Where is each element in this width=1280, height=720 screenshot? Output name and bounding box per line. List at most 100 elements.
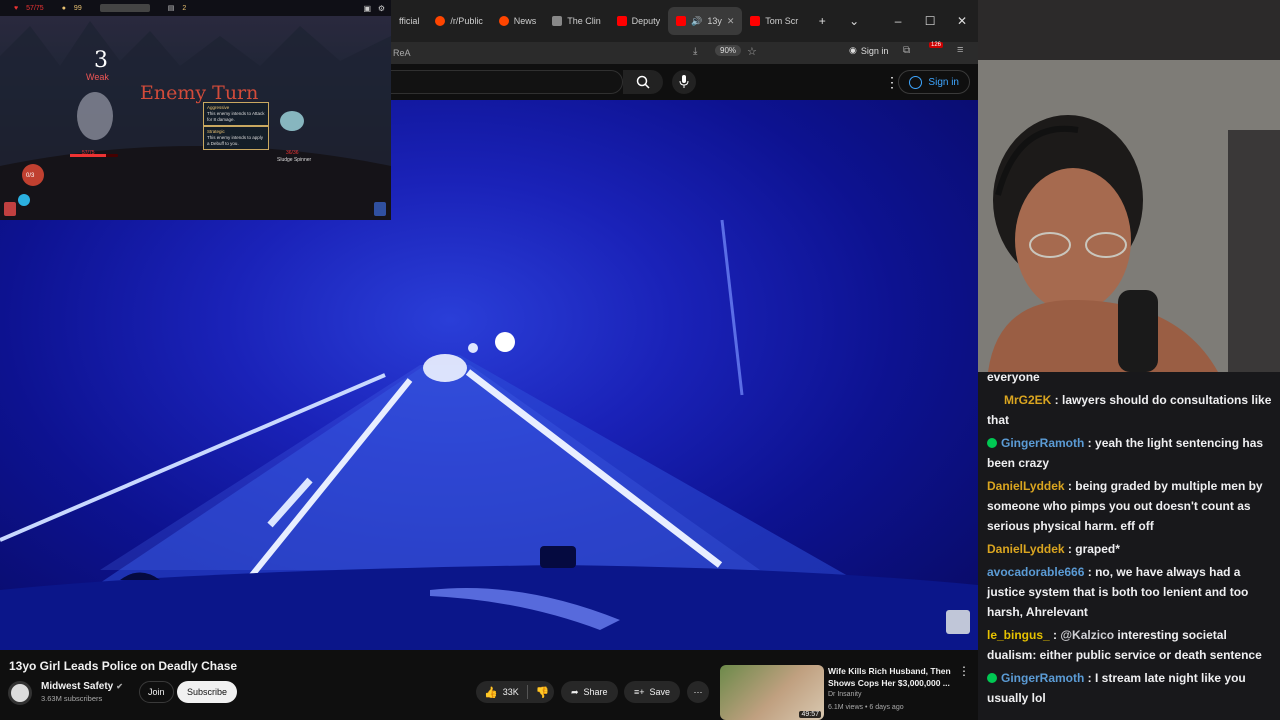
chat-badge-icon	[987, 673, 997, 683]
game-overlay: ♥ 57/75 ● 99 ▤ 2 ⚙ ▣ 3 Weak Enemy Turn A…	[0, 0, 391, 220]
chat-username[interactable]: GingerRamoth	[1001, 671, 1084, 685]
discard-pile-icon[interactable]	[374, 202, 386, 216]
game-scene	[0, 21, 391, 220]
chat-message: GingerRamoth : yeah the light sentencing…	[987, 436, 1264, 470]
save-button[interactable]: ≡+ Save	[624, 681, 681, 703]
browser-tab[interactable]: fficial	[391, 6, 427, 36]
tab-list-icon[interactable]: ⌄	[838, 14, 870, 28]
hud-floor: 2	[182, 4, 187, 12]
potion-slots[interactable]	[99, 4, 150, 12]
chat-username[interactable]: DanielLyddek	[987, 479, 1065, 493]
enemy-name: Sludge Spinner	[277, 157, 312, 163]
subscribe-button[interactable]: Subscribe	[177, 681, 238, 703]
youtube-signin-button[interactable]: Sign in	[898, 70, 970, 94]
hud-hp: 57/75	[26, 4, 44, 12]
channel-name[interactable]: Midwest Safety ✔	[41, 681, 123, 692]
player-hp-bar	[70, 154, 118, 157]
menu-icon[interactable]: ≡	[957, 44, 963, 56]
more-options-icon[interactable]: ⋮	[885, 74, 899, 91]
search-button[interactable]	[623, 70, 663, 94]
more-horizontal-icon: ⋯	[693, 686, 703, 697]
browser-tab[interactable]: The Clin	[544, 6, 608, 36]
new-tab-icon[interactable]: +	[806, 14, 838, 28]
youtube-icon	[616, 16, 627, 26]
chat-username[interactable]: avocadorable666	[987, 565, 1084, 579]
bookmark-star-icon[interactable]: ☆	[747, 45, 757, 58]
channel-avatar[interactable]	[8, 681, 32, 705]
chat-badge-icon	[987, 438, 997, 448]
recommended-title[interactable]: Wife Kills Rich Husband, Then Shows Cops…	[828, 665, 956, 689]
account-icon	[909, 75, 923, 89]
search-input[interactable]	[391, 70, 623, 94]
intent-tooltip-debuff: Strategic This enemy intends to apply a …	[203, 126, 269, 150]
browser-tab[interactable]: Deputy	[609, 6, 668, 36]
profile-icon: ◉	[849, 45, 857, 55]
notification-badge[interactable]: 126	[929, 42, 944, 48]
browser-tab[interactable]: /r/Public	[427, 6, 490, 36]
chat-message: DanielLyddek : being graded by multiple …	[987, 479, 1263, 533]
chat-message: everyone	[987, 372, 1276, 387]
turn-banner: Enemy Turn	[140, 82, 259, 104]
chat-panel: everyone MrG2EK : lawyers should do cons…	[978, 372, 1280, 720]
extensions-icon[interactable]: ⧉	[903, 45, 910, 56]
zoom-badge[interactable]: 90%	[715, 45, 742, 56]
voice-search-button[interactable]	[672, 70, 696, 94]
recommended-channel[interactable]: Dr Insanity	[828, 691, 861, 698]
browser-tab[interactable]: Tom Scr	[742, 6, 806, 36]
close-tab-icon[interactable]: ✕	[727, 16, 735, 27]
recommended-more-icon[interactable]: ⋮	[958, 664, 970, 678]
gold-icon: ●	[61, 4, 66, 12]
tab-label: 13y	[707, 16, 722, 26]
youtube-top-bar: ⋮ Sign in	[391, 64, 978, 100]
chat-username[interactable]: le_bingus_	[987, 628, 1050, 642]
search-icon	[636, 75, 650, 89]
browser-tab-active[interactable]: 🔊 13y ✕	[668, 7, 743, 35]
map-icon[interactable]: ▤	[168, 4, 175, 12]
tab-label: News	[513, 16, 537, 26]
profile-signin[interactable]: ◉ Sign in	[849, 45, 888, 56]
speaker-icon[interactable]: 🔊	[691, 16, 702, 27]
channel-watermark-icon[interactable]	[946, 610, 970, 634]
subscriber-count: 3.63M subscribers	[41, 694, 103, 703]
like-dislike-group: 👍 33K 👎	[476, 681, 554, 703]
more-actions-button[interactable]: ⋯	[687, 681, 709, 703]
draw-pile-icon[interactable]	[4, 202, 16, 216]
browser-tab[interactable]: News	[491, 6, 544, 36]
share-button[interactable]: ➦ Share	[561, 681, 618, 703]
chat-username[interactable]: GingerRamoth	[1001, 436, 1084, 450]
save-icon: ≡+	[634, 687, 645, 697]
chat-text: graped*	[1075, 542, 1120, 556]
like-count[interactable]: 33K	[503, 687, 519, 697]
browser-tab-bar: fficial /r/Public News The Clin Deputy 🔊…	[391, 0, 978, 42]
install-icon[interactable]: ⤓	[693, 46, 697, 57]
recommended-meta: 6.1M views • 6 days ago	[828, 704, 904, 711]
youtube-icon	[676, 16, 687, 26]
chat-username[interactable]: MrG2EK	[987, 393, 1051, 407]
energy-counter: 0/3	[26, 173, 35, 179]
like-icon[interactable]: 👍	[484, 686, 498, 699]
chat-username[interactable]: DanielLyddek	[987, 542, 1065, 556]
chat-mention[interactable]: @Kalzico	[1060, 628, 1114, 642]
tab-label: /r/Public	[450, 16, 483, 26]
tab-label: Tom Scr	[765, 16, 799, 26]
tab-label: Deputy	[631, 16, 661, 26]
recommended-thumbnail[interactable]: 49:57	[720, 665, 824, 720]
turn-number: 3	[94, 48, 108, 73]
minimize-icon[interactable]: –	[882, 14, 914, 28]
settings-gear-icon[interactable]: ⚙	[378, 4, 385, 13]
hud-gold: 99	[73, 4, 82, 12]
join-button[interactable]: Join	[139, 681, 174, 703]
youtube-icon	[750, 16, 761, 26]
url-text[interactable]: ReA	[391, 48, 411, 58]
maximize-icon[interactable]: ☐	[914, 14, 946, 28]
chat-message: le_bingus_ : @Kalzico interesting societ…	[987, 628, 1262, 662]
chat-message: GingerRamoth : I stream late night like …	[987, 671, 1246, 705]
address-bar: ReA ⤓ 90% ☆ ◉ Sign in ⧉ 126 ≡	[391, 42, 978, 64]
webcam-image	[978, 0, 1280, 372]
close-window-icon[interactable]: ✕	[946, 14, 978, 28]
deck-icon[interactable]: ▣	[363, 4, 371, 13]
reddit-icon	[498, 16, 509, 26]
enemy-hp: 36/36	[286, 150, 299, 156]
video-title: 13yo Girl Leads Police on Deadly Chase	[9, 659, 238, 673]
dislike-icon[interactable]: 👎	[536, 686, 550, 699]
